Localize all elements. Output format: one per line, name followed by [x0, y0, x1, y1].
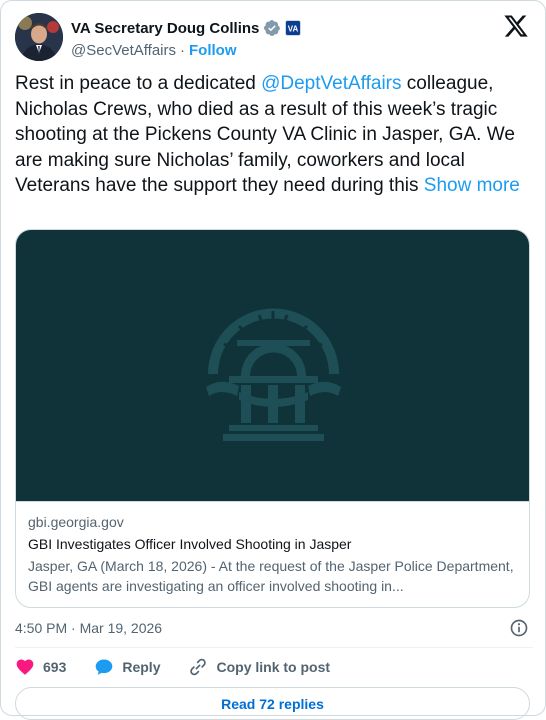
heart-icon [16, 659, 34, 675]
tweet-text: Rest in peace to a dedicated @DeptVetAff… [15, 71, 535, 199]
like-count: 693 [43, 659, 67, 675]
link-preview-meta[interactable]: gbi.georgia.gov GBI Investigates Officer… [16, 501, 529, 607]
divider [15, 647, 533, 648]
x-logo-icon[interactable] [503, 13, 529, 39]
read-replies-label: Read 72 replies [221, 695, 324, 712]
link-preview-image[interactable] [16, 230, 529, 501]
show-more-link[interactable]: Show more [424, 175, 520, 196]
handle-separator: · [180, 41, 185, 59]
tweet-timestamp[interactable]: 4:50 PM · Mar 19, 2026 [15, 618, 162, 638]
va-badge-icon: VA [285, 20, 302, 36]
action-bar: 693 Reply Copy link to post [15, 656, 358, 678]
author-name-row: VA Secretary Doug Collins VA [71, 18, 302, 38]
like-button[interactable]: 693 [15, 657, 66, 677]
reply-button[interactable]: Reply [94, 657, 160, 677]
author-handle[interactable]: @SecVetAffairs [71, 42, 176, 59]
tweet-header: VA Secretary Doug Collins VA @SecVetAffa… [15, 13, 533, 63]
link-description: Jasper, GA (March 18, 2026) - At the req… [28, 558, 514, 594]
author-avatar[interactable] [15, 13, 63, 61]
avatar-image [15, 13, 63, 61]
copy-link-button[interactable]: Copy link to post [188, 657, 330, 677]
link-title: GBI Investigates Officer Involved Shooti… [28, 536, 352, 552]
read-replies-button[interactable]: Read 72 replies [15, 687, 530, 720]
author-display-name[interactable]: VA Secretary Doug Collins [71, 20, 259, 37]
reply-icon [96, 659, 113, 675]
author-handle-row: @SecVetAffairs · Follow [71, 40, 237, 60]
tweet-embed-card: VA Secretary Doug Collins VA @SecVetAffa… [0, 0, 546, 720]
link-preview-card[interactable]: gbi.georgia.gov GBI Investigates Officer… [15, 229, 530, 608]
verified-badge-icon [264, 19, 281, 37]
mention-link[interactable]: @DeptVetAffairs [261, 73, 401, 94]
reply-label: Reply [122, 659, 161, 675]
info-icon[interactable] [509, 618, 529, 638]
follow-button[interactable]: Follow [189, 42, 237, 59]
tweet-text-start: Rest in peace to a dedicated [15, 73, 262, 94]
georgia-seal-icon [206, 308, 341, 441]
link-icon [190, 658, 207, 676]
svg-text:VA: VA [288, 25, 299, 34]
copy-link-label: Copy link to post [216, 659, 331, 675]
link-domain: gbi.georgia.gov [28, 514, 124, 530]
